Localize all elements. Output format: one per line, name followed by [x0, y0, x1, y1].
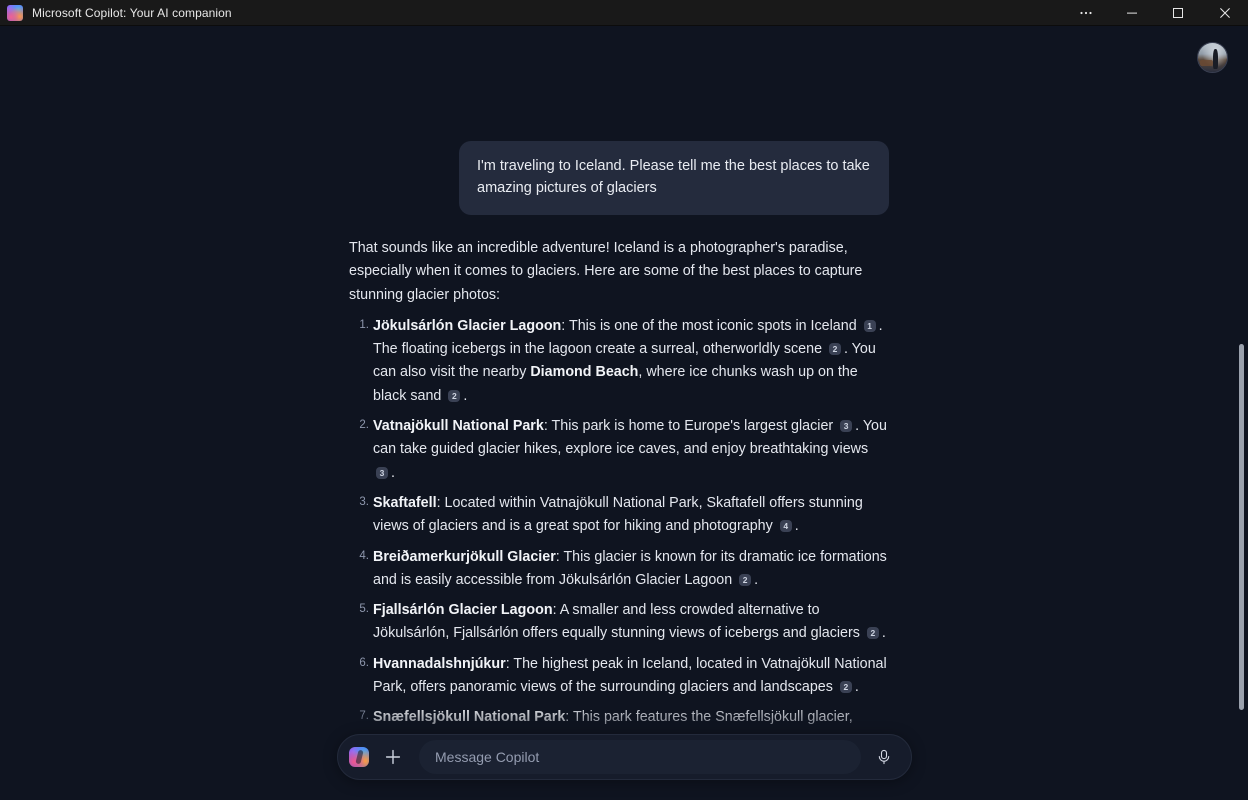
citation-badge[interactable]: 2	[866, 627, 879, 640]
copilot-app: I'm traveling to Iceland. Please tell me…	[0, 26, 1248, 800]
citation-badge[interactable]: 1	[863, 319, 876, 332]
copilot-icon	[7, 4, 23, 21]
list-item-emphasis: Diamond Beach	[530, 364, 639, 381]
list-item: Skaftafell: Located within Vatnajökull N…	[349, 492, 889, 539]
list-item-title: Breiðamerkurjökull Glacier	[373, 548, 556, 565]
list-item: Vatnajökull National Park: This park is …	[349, 415, 889, 485]
window-titlebar: Microsoft Copilot: Your AI companion	[0, 0, 1248, 26]
microphone-icon[interactable]	[869, 742, 899, 772]
search-input[interactable]	[435, 749, 845, 765]
citation-badge[interactable]: 3	[376, 466, 388, 479]
message-thread: I'm traveling to Iceland. Please tell me…	[349, 26, 889, 800]
citation-badge[interactable]: 2	[829, 343, 841, 356]
plus-icon[interactable]	[377, 741, 409, 773]
places-list: Jökulsárlón Glacier Lagoon: This is one …	[349, 315, 889, 800]
composer-bar	[337, 734, 912, 780]
list-item: Jökulsárlón Glacier Lagoon: This is one …	[349, 315, 889, 408]
list-item-text: .	[754, 571, 759, 588]
more-icon[interactable]	[1063, 0, 1109, 26]
composer-container	[337, 734, 912, 780]
list-item-text: .	[854, 678, 859, 695]
list-item-title: Vatnajökull National Park	[373, 418, 544, 435]
window-title: Microsoft Copilot: Your AI companion	[32, 5, 232, 20]
user-message-bubble: I'm traveling to Iceland. Please tell me…	[459, 141, 889, 215]
user-message-row: I'm traveling to Iceland. Please tell me…	[349, 141, 889, 215]
list-item-text: .	[881, 625, 886, 642]
list-item-title: Fjallsárlón Glacier Lagoon	[373, 602, 553, 619]
list-item-title: Skaftafell	[373, 494, 437, 511]
list-item-title: Hvannadalshnjúkur	[373, 655, 506, 672]
assistant-message: That sounds like an incredible adventure…	[349, 237, 889, 800]
list-item-text: .	[391, 464, 395, 481]
assistant-intro-paragraph: That sounds like an incredible adventure…	[349, 239, 863, 303]
scrollbar[interactable]	[1235, 26, 1248, 800]
citation-badge[interactable]: 2	[448, 389, 461, 402]
citation-badge[interactable]: 3	[840, 420, 853, 433]
message-input-wrapper[interactable]	[419, 740, 861, 774]
copilot-logo-icon[interactable]	[349, 747, 369, 767]
composer-backdrop-panel	[337, 786, 912, 800]
close-icon[interactable]	[1201, 0, 1248, 26]
list-item-text: .	[794, 518, 799, 535]
list-item: Hvannadalshnjúkur: The highest peak in I…	[349, 653, 889, 700]
list-item-title: Snæfellsjökull National Park	[373, 709, 566, 726]
citation-badge[interactable]: 4	[779, 520, 792, 533]
list-item: Fjallsárlón Glacier Lagoon: A smaller an…	[349, 599, 889, 646]
minimize-icon[interactable]	[1109, 0, 1155, 26]
scrollbar-thumb[interactable]	[1239, 344, 1244, 710]
list-item: Breiðamerkurjökull Glacier: This glacier…	[349, 546, 889, 593]
list-item-text: .	[463, 387, 468, 404]
conversation-scroll-area[interactable]: I'm traveling to Iceland. Please tell me…	[0, 26, 1248, 800]
citation-badge[interactable]: 2	[739, 573, 752, 586]
maximize-icon[interactable]	[1155, 0, 1201, 26]
citation-badge[interactable]: 2	[839, 680, 852, 693]
list-item-text: : This park is home to Europe's largest …	[543, 418, 838, 435]
list-item-text: : This is one of the most iconic spots i…	[561, 317, 861, 334]
list-item-title: Jökulsárlón Glacier Lagoon	[373, 317, 562, 334]
